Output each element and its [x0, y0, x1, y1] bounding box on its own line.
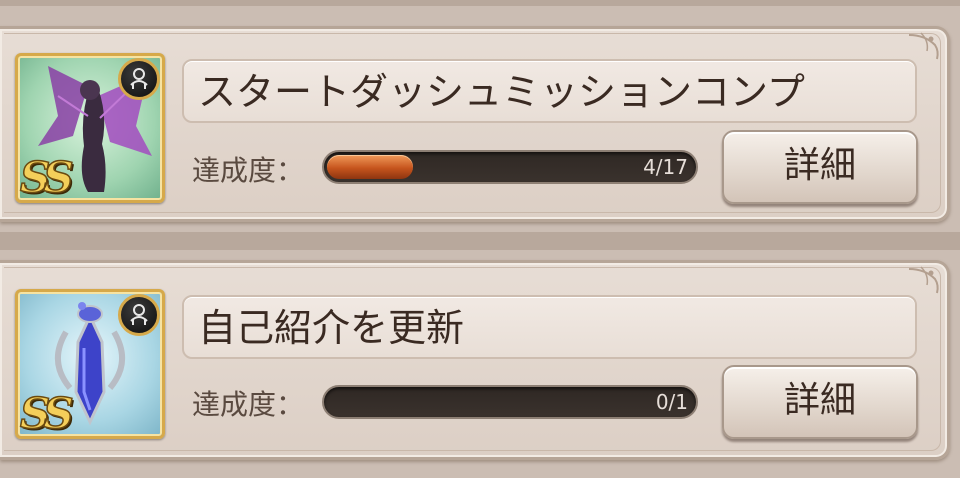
background-divider [0, 0, 960, 6]
progress-bar-fill [327, 155, 413, 179]
mission-card: SS 自己紹介を更新 達成度： 0/1 詳細 [0, 260, 950, 460]
detail-button[interactable]: 詳細 [722, 130, 918, 204]
background-divider [0, 232, 960, 250]
reward-item-icon[interactable]: SS [15, 289, 165, 439]
dark-element-icon [118, 294, 160, 336]
rarity-badge: SS [19, 388, 74, 438]
corner-ornament-icon [908, 32, 939, 60]
reward-item-icon[interactable]: SS [15, 53, 165, 203]
rarity-badge: SS [19, 152, 74, 202]
mission-card: SS スタートダッシュミッションコンプ 達成度： 4/17 詳細 [0, 26, 950, 222]
progress-bar: 0/1 [322, 385, 698, 419]
progress-label: 達成度： [192, 388, 305, 421]
progress-count: 4/17 [643, 155, 688, 179]
corner-ornament-icon [908, 266, 939, 294]
progress-count: 0/1 [655, 390, 688, 414]
dark-element-icon [118, 58, 160, 100]
progress-label: 達成度： [192, 154, 305, 187]
progress-bar: 4/17 [322, 150, 698, 184]
mission-title: スタートダッシュミッションコンプ [198, 70, 805, 114]
detail-button[interactable]: 詳細 [722, 365, 918, 439]
mission-title: 自己紹介を更新 [198, 306, 465, 350]
mission-title-plate: 自己紹介を更新 [182, 295, 917, 359]
mission-title-plate: スタートダッシュミッションコンプ [182, 59, 917, 123]
